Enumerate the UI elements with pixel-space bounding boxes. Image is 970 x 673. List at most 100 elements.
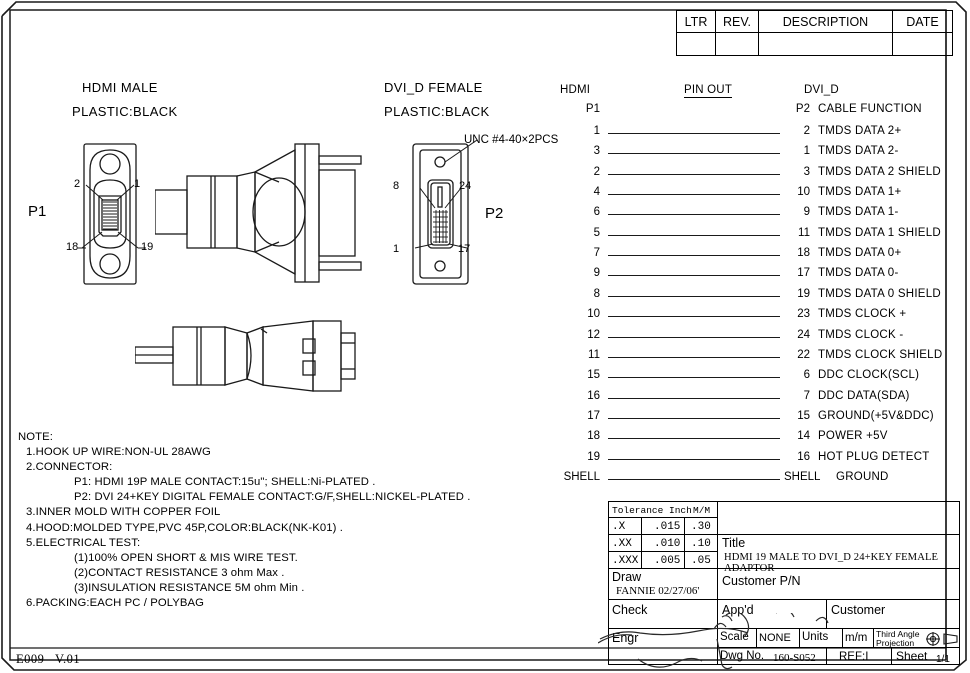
pinout-row-hdmi-pin: 9: [593, 267, 600, 280]
title-block: Tolerance Inch M/M .X .015 .30 .XX .010 …: [598, 501, 960, 670]
tolerance-row-xxx-mm: .05: [684, 551, 718, 569]
pinout-row-wire: [608, 438, 780, 440]
pinout-row-wire: [608, 397, 780, 399]
units-value-cell: m/m: [842, 628, 874, 648]
pinout-row-function: TMDS CLOCK +: [818, 308, 907, 321]
tolerance-row-x-inch: .015: [641, 517, 685, 535]
pinout-row-function: HOT PLUG DETECT: [818, 450, 930, 463]
ref-cell: REF:I: [826, 647, 892, 665]
revision-header-ltr-label: LTR: [684, 15, 708, 29]
pinout-heading-dvi: DVI_D: [804, 84, 839, 96]
pinout-row: 1 2 TMDS DATA 2+: [560, 125, 960, 145]
sheet-footer-code: E009 V.01: [16, 652, 81, 666]
dwg-no-cell: Dwg No. 160-S052: [717, 647, 827, 665]
pinout-row: 4 10 TMDS DATA 1+: [560, 186, 960, 206]
title-label: Title: [722, 536, 746, 550]
scale-value-cell: NONE: [756, 628, 800, 648]
tolerance-row-xx-place: .XX: [608, 534, 642, 552]
pinout-row-dvi-pin: 1: [803, 145, 810, 158]
tolerance-header-inch: Tolerance Inch: [612, 505, 692, 516]
units-label: Units: [802, 631, 829, 643]
customer-pn-label: Customer P/N: [722, 574, 801, 588]
pinout-row-function: TMDS DATA 2+: [818, 125, 902, 137]
pinout-row-hdmi-pin: 19: [587, 450, 600, 463]
pinout-row-function: GROUND(+5V&DDC): [818, 409, 934, 422]
tolerance-xx-inch-value: .010: [654, 538, 681, 550]
approved-label: App'd: [722, 603, 754, 617]
p2-pin-callout-17: 17: [458, 243, 471, 255]
pinout-row-hdmi-pin: 5: [593, 226, 600, 239]
pinout-row-wire: [608, 194, 780, 196]
tolerance-header-mm: M/M: [693, 505, 711, 516]
pinout-row: 15 6 DDC CLOCK(SCL): [560, 369, 960, 389]
customer-label: Customer: [831, 603, 886, 617]
check-cell: Check: [608, 599, 718, 629]
pinout-row-hdmi-pin: 15: [587, 369, 600, 382]
pinout-row-hdmi-pin: 10: [587, 308, 600, 321]
p1-pin-callout-1: 1: [134, 178, 141, 190]
revision-header-description: DESCRIPTION: [758, 10, 893, 33]
tolerance-row-xx-inch: .010: [641, 534, 685, 552]
units-label-cell: Units: [799, 628, 843, 648]
pinout-row-dvi-pin: 9: [803, 206, 810, 219]
pinout-row-hdmi-pin: 11: [588, 348, 600, 361]
p1-pin-callout-2: 2: [74, 178, 81, 190]
pinout-row-dvi-pin: 3: [803, 165, 810, 178]
notes-line: 4.HOOD:MOLDED TYPE,PVC 45P,COLOR:BLACK(N…: [26, 521, 344, 534]
pinout-row-dvi-pin: 11: [798, 226, 810, 239]
notes-line: (2)CONTACT RESISTANCE 3 ohm Max .: [74, 566, 285, 579]
tolerance-x-inch-value: .015: [654, 521, 681, 533]
pinout-row: 17 15 GROUND(+5V&DDC): [560, 410, 960, 430]
tolerance-row-xxx-inch: .005: [641, 551, 685, 569]
pinout-row-hdmi-pin: 6: [593, 206, 600, 219]
pinout-row-wire: [608, 417, 780, 419]
notes-line: 1.HOOK UP WIRE:NON-UL 28AWG: [26, 446, 211, 459]
projection-cell: Third Angle Projection: [873, 628, 960, 648]
pinout-row-dvi-pin: 24: [797, 328, 810, 341]
tolerance-header-row: Tolerance Inch M/M: [608, 501, 718, 518]
dwg-no-label: Dwg No.: [720, 650, 765, 662]
pinout-row-dvi-pin: 19: [797, 287, 810, 300]
pinout-row-dvi-pin: 23: [797, 308, 810, 321]
units-value: m/m: [845, 632, 868, 644]
notes-line: 5.ELECTRICAL TEST:: [26, 536, 141, 549]
pinout-row: 10 23 TMDS CLOCK +: [560, 308, 960, 328]
tolerance-xx-place-label: .XX: [612, 538, 632, 550]
draw-cell: Draw FANNIE 02/27/06': [608, 568, 718, 600]
pinout-row-dvi-pin: 7: [803, 389, 810, 402]
notes-line: P1: HDMI 19P MALE CONTACT:15u"; SHELL:Ni…: [74, 476, 376, 489]
pinout-row-wire: [608, 214, 780, 216]
notes-heading: NOTE:: [18, 431, 54, 443]
full-assembly-side-view: [135, 320, 356, 392]
revision-header-date-label: DATE: [906, 15, 939, 29]
pinout-row-function: TMDS DATA 2 SHIELD: [818, 165, 941, 178]
pinout-row-function: TMDS DATA 0 SHIELD: [818, 287, 941, 300]
p2-pin-callout-1: 1: [393, 243, 400, 255]
third-angle-projection-icon: [926, 632, 958, 646]
p1-title: HDMI MALE: [82, 80, 158, 95]
pinout-row-function: TMDS DATA 0-: [818, 267, 899, 280]
pinout-row-function: TMDS DATA 1-: [818, 206, 899, 219]
pinout-row-dvi-pin: SHELL: [784, 470, 821, 483]
pinout-row: 7 18 TMDS DATA 0+: [560, 247, 960, 267]
pinout-row-hdmi-pin: 8: [593, 287, 600, 300]
approved-cell: App'd: [717, 599, 827, 629]
p1-subtitle: PLASTIC:BLACK: [72, 104, 178, 119]
revision-cell-ltr: [676, 32, 716, 56]
pinout-row: 6 9 TMDS DATA 1-: [560, 206, 960, 226]
pinout-row: 3 1 TMDS DATA 2-: [560, 145, 960, 165]
check-label: Check: [612, 603, 648, 617]
pinout-row: SHELL SHELL GROUND: [560, 471, 960, 491]
pinout-row-wire: [608, 458, 780, 460]
notes-block: NOTE: 1.HOOK UP WIRE:NON-UL 28AWG 2.CONNE…: [18, 430, 488, 611]
pinout-row-dvi-pin: 17: [797, 267, 810, 280]
pinout-row-dvi-pin: 14: [797, 430, 810, 443]
sheet-value: 1/1: [936, 654, 950, 665]
pinout-row: 16 7 DDC DATA(SDA): [560, 390, 960, 410]
notes-line: 2.CONNECTOR:: [26, 461, 113, 474]
pinout-column-label-p1: P1: [585, 103, 600, 115]
pinout-row-wire: [608, 255, 780, 257]
p1-pin-callout-19: 19: [141, 241, 154, 253]
tolerance-row-xxx-place: .XXX: [608, 551, 642, 569]
revision-header-date: DATE: [892, 10, 953, 33]
